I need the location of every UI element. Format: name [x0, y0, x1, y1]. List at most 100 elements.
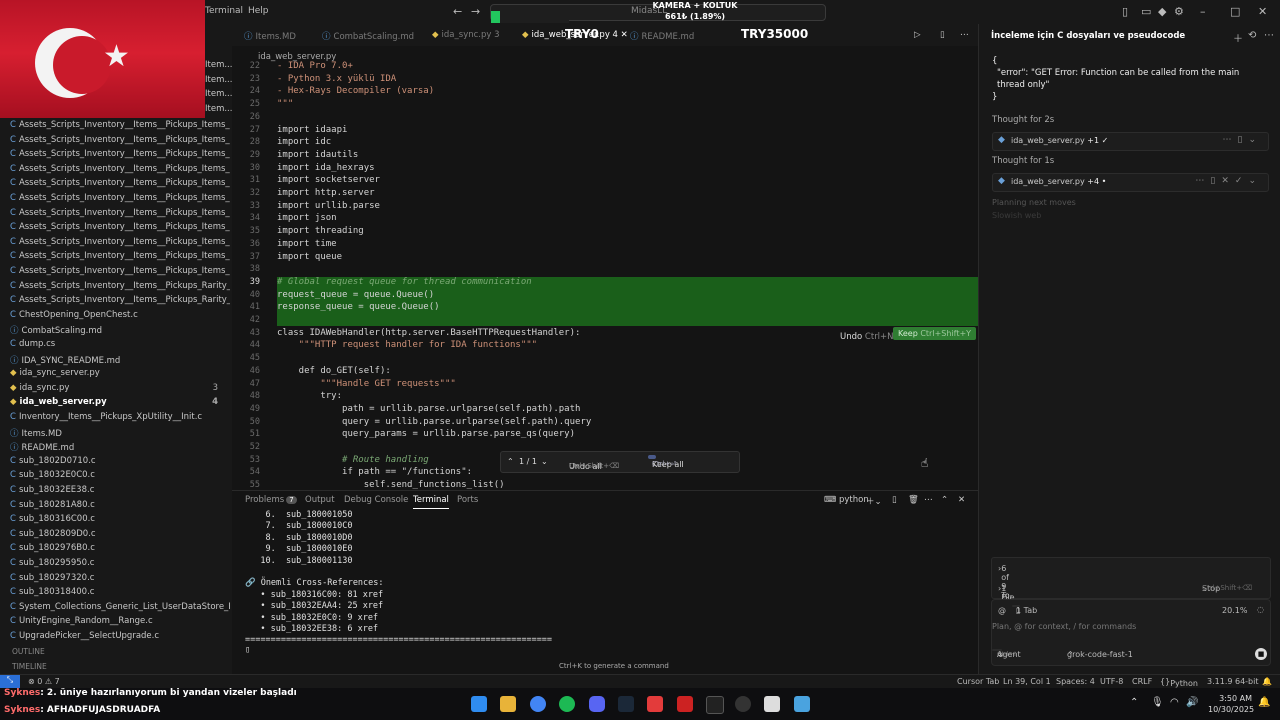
windows-start-icon[interactable] — [471, 696, 487, 712]
spotify-icon[interactable] — [559, 696, 575, 712]
indentation[interactable]: Spaces: 4 — [1056, 677, 1095, 686]
close-panel-icon[interactable]: ✕ — [958, 495, 965, 505]
notepad-icon[interactable] — [764, 696, 780, 712]
encoding[interactable]: UTF-8 — [1100, 677, 1123, 686]
partial-item[interactable]: Item... — [205, 87, 232, 102]
more-actions-icon[interactable]: ⋯ — [924, 495, 933, 505]
chevron-up-icon[interactable]: ⌃ — [507, 457, 514, 466]
cursor-app-icon[interactable] — [706, 696, 724, 714]
code-line[interactable]: # Global request queue for thread commun… — [277, 277, 532, 287]
sidebar-file-item[interactable]: Csub_18032E0C0.c — [10, 470, 230, 480]
sidebar-file-item[interactable]: ◆ ida_sync_server.py — [10, 368, 230, 378]
sidebar-file-item[interactable]: ◆ ida_sync.py 3 — [10, 383, 230, 393]
code-line[interactable]: """ — [277, 99, 293, 109]
remote-icon[interactable]: ⤡ — [0, 675, 20, 689]
language-mode[interactable]: {} Python — [1160, 677, 1198, 688]
code-line[interactable]: import socketserver — [277, 175, 380, 185]
file-card-actions[interactable]: ⋯▯⌄ — [1223, 135, 1263, 145]
back-arrow-icon[interactable]: ← — [453, 5, 462, 18]
timeline-section[interactable]: TIMELINE — [12, 662, 47, 671]
sidebar-file-item[interactable]: Csub_1802D0710.c — [10, 456, 230, 466]
split-terminal-icon[interactable]: ▯ — [892, 495, 897, 505]
code-line[interactable]: - IDA Pro 7.0+ — [277, 61, 353, 71]
split-editor-icon[interactable]: ▯ — [940, 30, 945, 40]
sidebar-file-item[interactable]: Csub_1802809D0.c — [10, 529, 230, 539]
sidebar-file-item[interactable]: C UpgradePicker__SelectUpgrade.c — [10, 631, 230, 641]
toggle-sidebar-icon[interactable]: ▯ — [1122, 5, 1128, 18]
sidebar-file-item[interactable]: Cdump.cs — [10, 339, 230, 349]
sidebar-file-item[interactable]: C ChestOpening_OpenChest.c — [10, 310, 230, 320]
keep-all-button[interactable]: Keep all Ctrl+⏎ — [648, 455, 684, 469]
stop-generation-button[interactable]: ■ — [1255, 648, 1267, 660]
terminal-prompt[interactable]: ▯ — [245, 645, 250, 655]
undo-button[interactable]: Undo Ctrl+N — [840, 332, 894, 342]
sidebar-file-item[interactable]: C Assets_Scripts_Inventory__Items__Pickup… — [10, 266, 230, 276]
microphone-icon[interactable]: 🎙 — [1151, 697, 1164, 708]
notification-bell-icon[interactable]: 🔔 — [1262, 677, 1272, 686]
sidebar-file-item[interactable]: Csub_180318400.c — [10, 587, 230, 597]
sidebar-file-item[interactable]: C Assets_Scripts_Inventory__Items__Pickup… — [10, 164, 230, 174]
photos-icon[interactable] — [794, 696, 810, 712]
sidebar-file-item[interactable]: C Assets_Scripts_Inventory__Items__Pickup… — [10, 251, 230, 261]
tab-combatscaling[interactable]: ⓘ CombatScaling.md — [322, 30, 414, 42]
new-chat-icon[interactable]: ＋ — [1233, 30, 1243, 45]
code-line[interactable]: """HTTP request handler for IDA function… — [277, 340, 537, 350]
sidebar-file-item[interactable]: Csub_1802976B0.c — [10, 543, 230, 553]
notification-bell-icon[interactable]: 🔔 — [1258, 697, 1270, 708]
tab-problems[interactable]: Problems 7 — [245, 495, 297, 505]
partial-item[interactable]: Item... — [205, 73, 232, 88]
sidebar-file-item[interactable]: ⓘ Items.MD — [10, 427, 230, 439]
code-line[interactable]: import queue — [277, 252, 342, 262]
tab-output[interactable]: Output — [305, 495, 335, 505]
code-line[interactable]: import urllib.parse — [277, 201, 380, 211]
steam-icon[interactable] — [618, 696, 634, 712]
code-line[interactable]: import idaapi — [277, 125, 347, 135]
code-line[interactable]: import idc — [277, 137, 331, 147]
more-actions-icon[interactable]: ⋯ — [960, 30, 969, 40]
at-mention-icon[interactable]: @ — [998, 606, 1006, 615]
volume-icon[interactable]: 🔊 — [1186, 697, 1198, 708]
sidebar-file-item[interactable]: ◆ ida_web_server.py 4 — [10, 397, 230, 407]
sidebar-file-item[interactable]: ⓘ CombatScaling.md — [10, 324, 230, 336]
code-line[interactable]: query_params = urllib.parse.parse_qs(que… — [277, 429, 575, 439]
file-card-actions[interactable]: ⋯▯✕✓⌄ — [1195, 176, 1262, 186]
thought-label[interactable]: Thought for 1s — [992, 156, 1054, 166]
minimize-icon[interactable]: – — [1200, 5, 1206, 18]
shield-icon[interactable]: ◆ — [1158, 5, 1166, 18]
python-interpreter[interactable]: 3.11.9 64-bit — [1207, 677, 1259, 686]
code-line[interactable]: import ida_hexrays — [277, 163, 375, 173]
sidebar-file-item[interactable]: ⓘ README.md — [10, 441, 230, 453]
history-icon[interactable]: ⟲ — [1248, 30, 1256, 41]
sidebar-file-item[interactable]: C Assets_Scripts_Inventory__Items__Pickup… — [10, 208, 230, 218]
trash-icon[interactable]: 🗑 — [908, 495, 919, 505]
agent-mode-selector[interactable]: ∞ Agent Ctrl+I ⌄ — [992, 649, 1021, 659]
run-icon[interactable]: ▷ — [914, 30, 921, 40]
tab-readme[interactable]: ⓘ README.md — [630, 30, 694, 42]
code-line[interactable]: import json — [277, 213, 337, 223]
chrome-icon[interactable] — [530, 696, 546, 712]
wifi-icon[interactable]: ◠ — [1170, 697, 1179, 708]
code-line[interactable]: # Route handling — [277, 455, 429, 465]
menu-help[interactable]: Help — [248, 6, 269, 16]
sidebar-file-item[interactable]: C Assets_Scripts_Inventory__Items__Pickup… — [10, 222, 230, 232]
tray-chevron-icon[interactable]: ⌃ — [1130, 697, 1138, 708]
taskbar-time[interactable]: 3:50 AM — [1208, 694, 1252, 703]
maximize-icon[interactable]: □ — [1230, 5, 1240, 18]
code-line[interactable]: def do_GET(self): — [277, 366, 391, 376]
file-explorer-icon[interactable] — [500, 696, 516, 712]
new-terminal-icon[interactable]: ＋⌄ — [866, 495, 882, 507]
sidebar-file-item[interactable]: C Assets_Scripts_Inventory__Items__Pickup… — [10, 135, 230, 145]
tab-items-md[interactable]: ⓘ Items.MD — [244, 30, 296, 42]
code-line[interactable]: response_queue = queue.Queue() — [277, 302, 440, 312]
gear-icon[interactable]: ⚙ — [1174, 5, 1184, 18]
github-icon[interactable] — [735, 696, 751, 712]
sidebar-file-item[interactable]: C Assets_Scripts_Inventory__Items__Pickup… — [10, 295, 230, 305]
code-line[interactable]: path = urllib.parse.urlparse(self.path).… — [277, 404, 580, 414]
edited-file-card[interactable]: ◆ ida_web_server.py +1 ✓ ⋯▯⌄ — [992, 132, 1269, 151]
sidebar-file-item[interactable]: C Assets_Scripts_Inventory__Items__Pickup… — [10, 193, 230, 203]
discord-icon[interactable] — [589, 696, 605, 712]
partial-item[interactable]: Item... — [205, 58, 232, 73]
outline-section[interactable]: OUTLINE — [12, 647, 45, 656]
tab-ports[interactable]: Ports — [457, 495, 478, 505]
more-actions-icon[interactable]: ⋯ — [1264, 30, 1274, 41]
